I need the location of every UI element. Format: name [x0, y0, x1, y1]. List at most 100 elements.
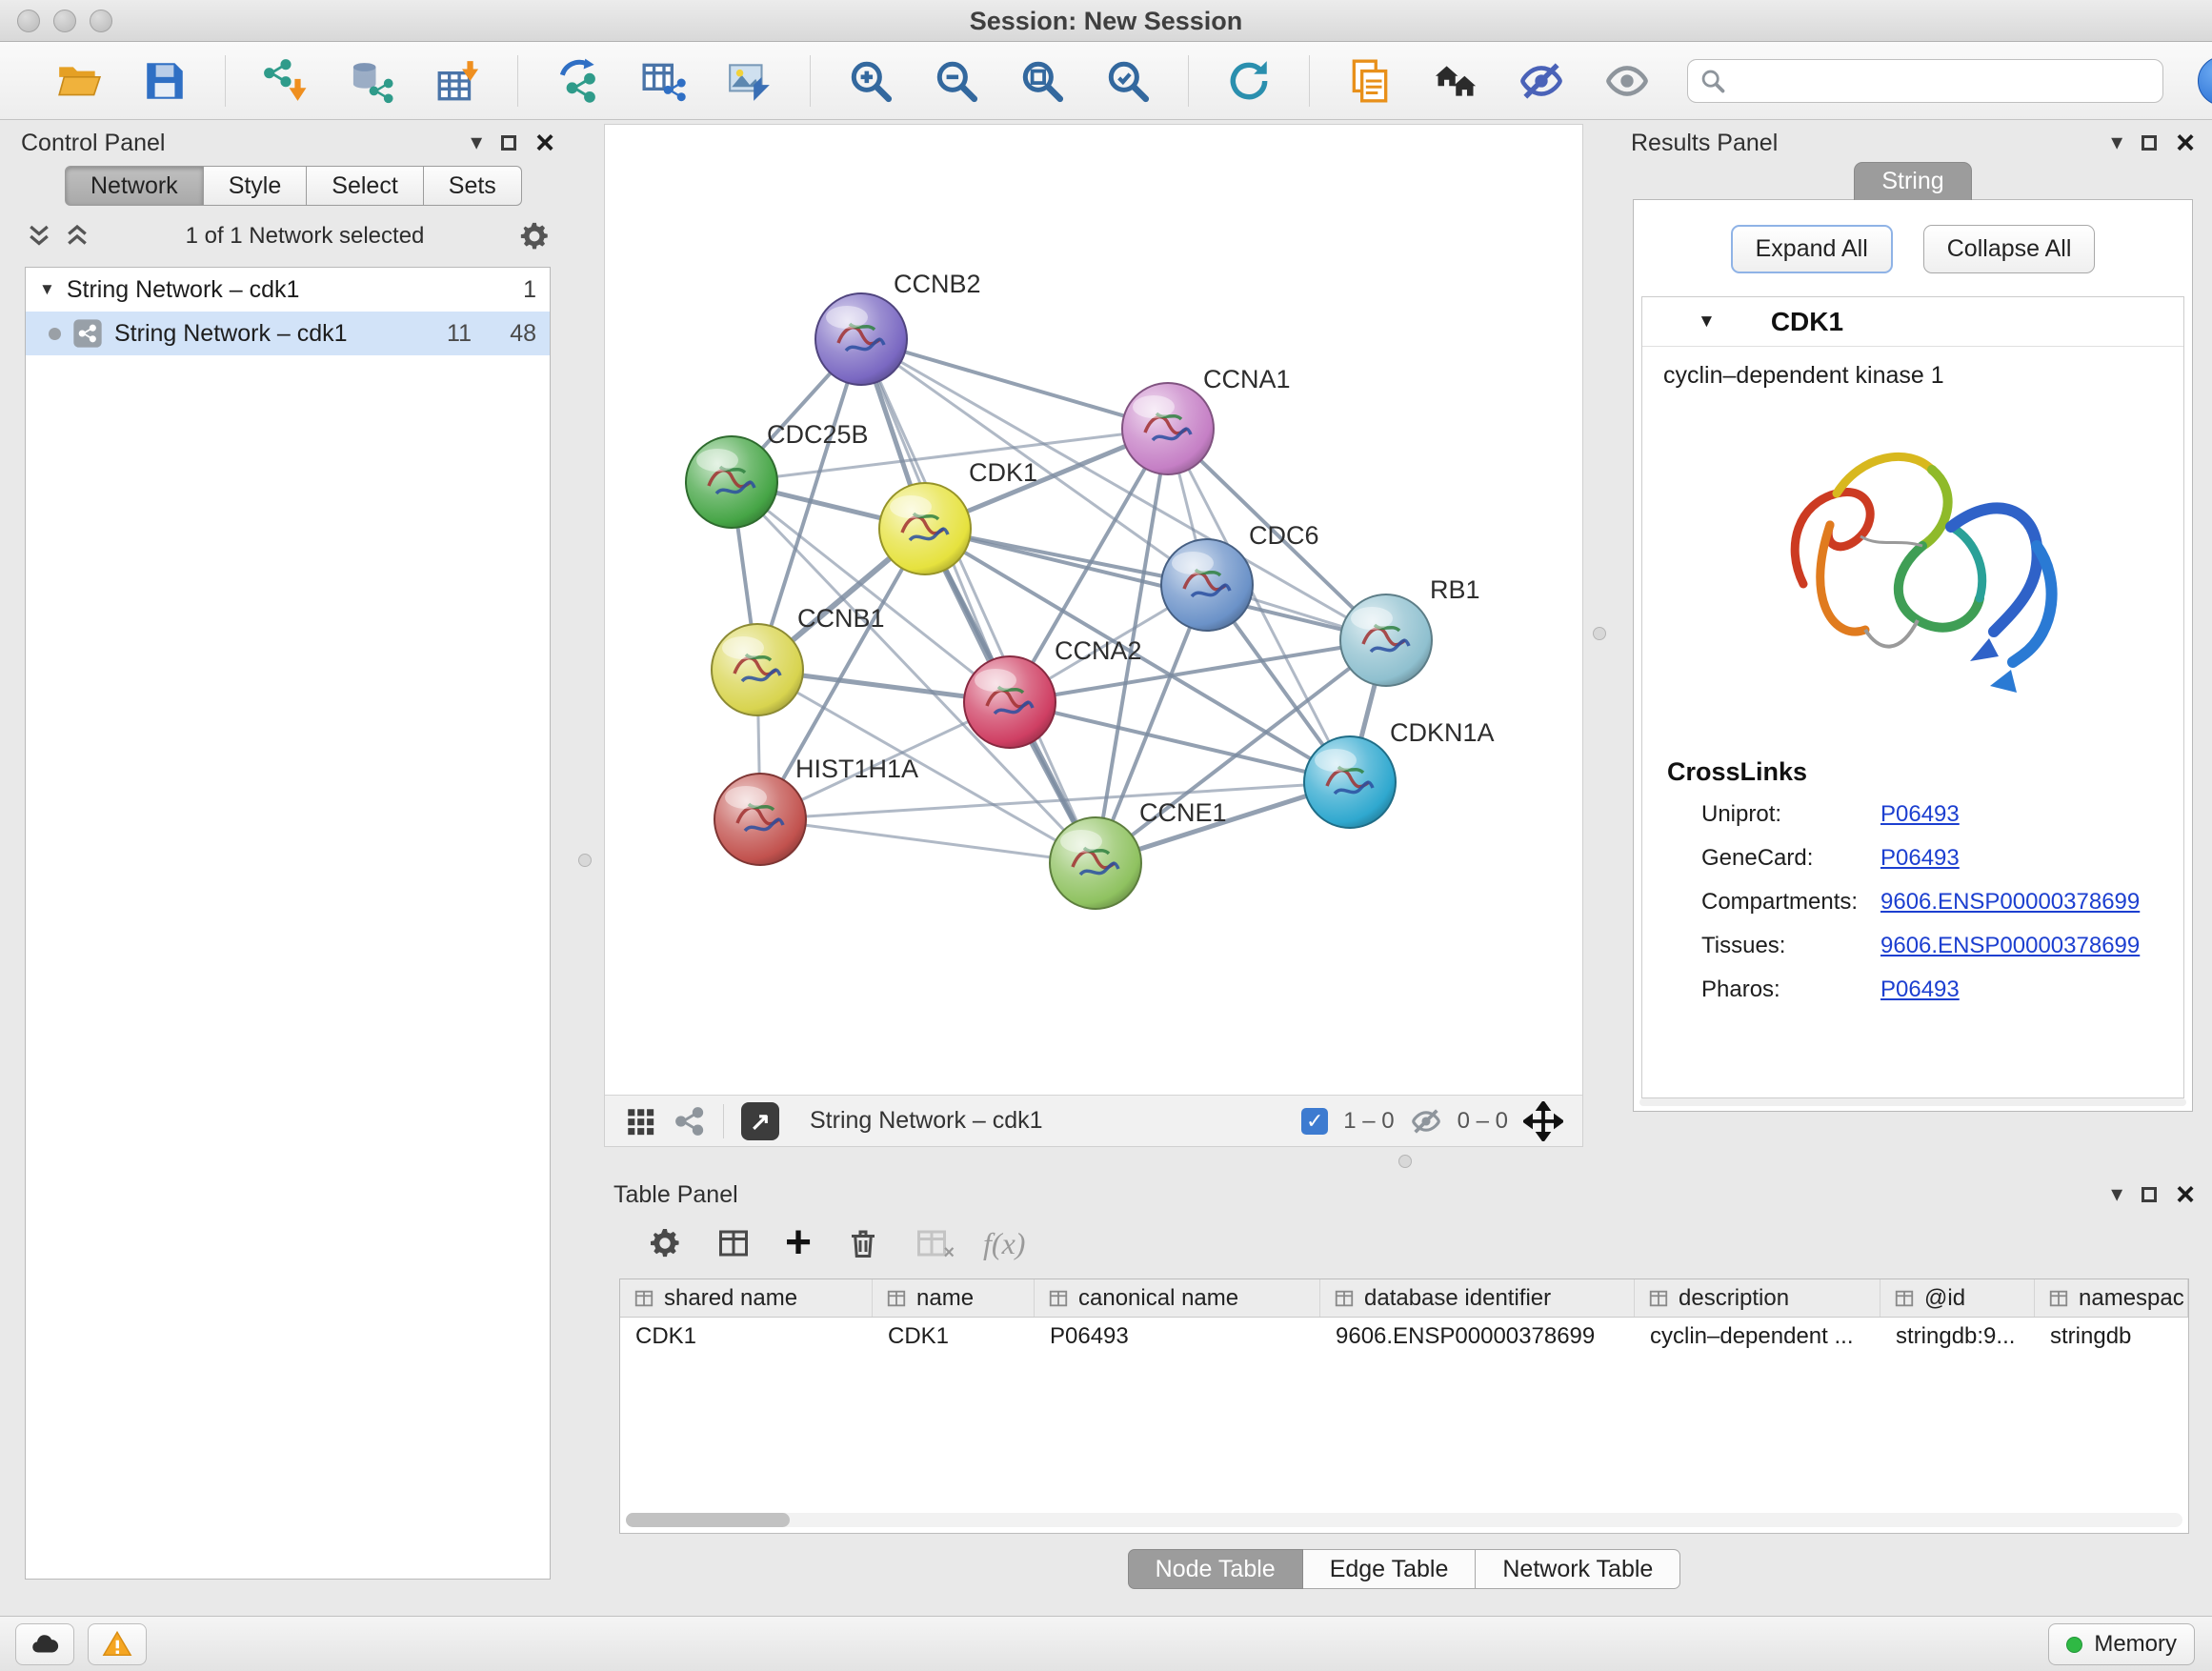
- zoom-out-icon[interactable]: [931, 55, 982, 107]
- new-network-from-table-icon[interactable]: [638, 55, 690, 107]
- tab-style[interactable]: Style: [204, 166, 308, 206]
- node-CCNB2[interactable]: [815, 293, 907, 385]
- import-network-from-database-icon[interactable]: [346, 55, 397, 107]
- cell-namespace[interactable]: stringdb: [2035, 1318, 2188, 1356]
- zoom-selected-icon[interactable]: [1102, 55, 1154, 107]
- fit-content-crosshair-icon[interactable]: [1523, 1101, 1563, 1141]
- export-image-icon[interactable]: [724, 55, 775, 107]
- node-CDKN1A[interactable]: [1304, 736, 1396, 828]
- home-layouts-icon[interactable]: [1430, 55, 1481, 107]
- panel-menu-icon[interactable]: ▾: [2111, 131, 2122, 154]
- column-header[interactable]: database identifier: [1320, 1279, 1635, 1317]
- cell-shared-name[interactable]: CDK1: [620, 1318, 873, 1356]
- copy-icon[interactable]: [1344, 55, 1396, 107]
- network-collection-row[interactable]: ▼ String Network – cdk1 1: [26, 268, 550, 312]
- protein-section-header[interactable]: ▼ CDK1: [1642, 297, 2183, 347]
- table-settings-gear-icon[interactable]: [648, 1226, 682, 1260]
- show-columns-icon[interactable]: [716, 1226, 751, 1260]
- network-canvas[interactable]: CCNB2CCNA1CDC25BCDK1CDC6RB1CCNB1CCNA2CDK…: [605, 125, 1582, 1095]
- tab-network-table[interactable]: Network Table: [1476, 1549, 1680, 1589]
- tab-select[interactable]: Select: [307, 166, 423, 206]
- birdseye-view-button[interactable]: ↗: [741, 1102, 779, 1140]
- new-network-icon[interactable]: [553, 55, 604, 107]
- column-header[interactable]: shared name: [620, 1279, 873, 1317]
- splitter-handle[interactable]: [578, 854, 592, 867]
- node-CDC6[interactable]: [1161, 539, 1253, 631]
- cell-name[interactable]: CDK1: [873, 1318, 1035, 1356]
- network-overview-icon[interactable]: [674, 1105, 706, 1137]
- cell-id[interactable]: stringdb:9...: [1880, 1318, 2035, 1356]
- node-CDC25B[interactable]: [686, 436, 777, 528]
- tab-network[interactable]: Network: [65, 166, 204, 206]
- open-file-icon[interactable]: [53, 55, 105, 107]
- column-header[interactable]: description: [1635, 1279, 1880, 1317]
- collapse-all-button[interactable]: Collapse All: [1923, 225, 2096, 273]
- cell-description[interactable]: cyclin–dependent ...: [1635, 1318, 1880, 1356]
- save-session-icon[interactable]: [139, 55, 191, 107]
- window-zoom-button[interactable]: [90, 10, 112, 32]
- column-header[interactable]: canonical name: [1035, 1279, 1320, 1317]
- node-CCNB1[interactable]: [712, 624, 803, 715]
- cloud-button[interactable]: [15, 1623, 74, 1665]
- window-close-button[interactable]: [17, 10, 40, 32]
- add-column-icon[interactable]: +: [785, 1220, 812, 1266]
- window-minimize-button[interactable]: [53, 10, 76, 32]
- crosslink-uniprot-link[interactable]: P06493: [1880, 801, 1960, 828]
- results-scrollbar[interactable]: [1639, 1098, 2186, 1106]
- zoom-fit-icon[interactable]: [1016, 55, 1068, 107]
- crosslink-pharos-link[interactable]: P06493: [1880, 976, 1960, 1003]
- collapse-all-icon[interactable]: [25, 222, 53, 251]
- panel-close-icon[interactable]: ×: [535, 127, 554, 159]
- edge-CCNB2-CCNE1[interactable]: [861, 339, 1096, 863]
- delete-column-icon[interactable]: [846, 1226, 880, 1260]
- table-horizontal-scrollbar[interactable]: [626, 1513, 2182, 1527]
- column-header[interactable]: @id: [1880, 1279, 2035, 1317]
- cell-canonical-name[interactable]: P06493: [1035, 1318, 1320, 1356]
- grid-view-icon[interactable]: [624, 1105, 656, 1137]
- column-header[interactable]: name: [873, 1279, 1035, 1317]
- expander-icon[interactable]: ▼: [39, 280, 55, 299]
- network-options-gear-icon[interactable]: [518, 220, 551, 252]
- expand-all-button[interactable]: Expand All: [1731, 225, 1893, 273]
- tab-node-table[interactable]: Node Table: [1128, 1549, 1303, 1589]
- splitter-handle[interactable]: [1398, 1155, 1412, 1168]
- panel-menu-icon[interactable]: ▾: [2111, 1183, 2122, 1206]
- help-button[interactable]: ?: [2198, 56, 2212, 106]
- node-HIST1H1A[interactable]: [714, 774, 806, 865]
- hide-selected-eye-icon[interactable]: [1516, 55, 1567, 107]
- column-header[interactable]: namespac: [2035, 1279, 2188, 1317]
- scrollbar-thumb[interactable]: [626, 1513, 790, 1527]
- tab-edge-table[interactable]: Edge Table: [1303, 1549, 1477, 1589]
- node-RB1[interactable]: [1340, 594, 1432, 686]
- network-row-selected[interactable]: String Network – cdk1 11 48: [26, 312, 550, 355]
- tab-string[interactable]: String: [1854, 162, 1972, 200]
- edge-CCNE1-HIST1H1A[interactable]: [760, 819, 1096, 863]
- tab-sets[interactable]: Sets: [424, 166, 522, 206]
- refresh-icon[interactable]: [1223, 55, 1275, 107]
- panel-menu-icon[interactable]: ▾: [471, 131, 482, 154]
- table-row[interactable]: CDK1 CDK1 P06493 9606.ENSP00000378699 cy…: [620, 1318, 2188, 1356]
- expand-all-icon[interactable]: [63, 222, 91, 251]
- node-CCNE1[interactable]: [1050, 817, 1141, 909]
- node-CDK1[interactable]: [879, 483, 971, 574]
- selected-checkbox-icon[interactable]: ✓: [1301, 1108, 1328, 1135]
- crosslink-tissues-link[interactable]: 9606.ENSP00000378699: [1880, 933, 2140, 959]
- expander-icon[interactable]: ▼: [1698, 312, 1716, 332]
- show-all-eye-icon[interactable]: [1601, 55, 1653, 107]
- panel-close-icon[interactable]: ×: [2176, 1178, 2195, 1211]
- panel-float-icon[interactable]: [501, 135, 516, 151]
- search-input[interactable]: [1734, 68, 2151, 94]
- node-CCNA2[interactable]: [964, 656, 1056, 748]
- splitter-handle[interactable]: [1593, 627, 1606, 640]
- cell-database-identifier[interactable]: 9606.ENSP00000378699: [1320, 1318, 1635, 1356]
- zoom-in-icon[interactable]: [845, 55, 896, 107]
- import-table-icon[interactable]: [432, 55, 483, 107]
- crosslink-genecard-link[interactable]: P06493: [1880, 845, 1960, 872]
- node-CCNA1[interactable]: [1122, 383, 1214, 474]
- warnings-button[interactable]: [88, 1623, 147, 1665]
- panel-close-icon[interactable]: ×: [2176, 127, 2195, 159]
- panel-float-icon[interactable]: [2142, 1187, 2157, 1202]
- edge-CCNB2-CCNA1[interactable]: [861, 339, 1168, 429]
- memory-button[interactable]: Memory: [2048, 1623, 2195, 1665]
- panel-float-icon[interactable]: [2142, 135, 2157, 151]
